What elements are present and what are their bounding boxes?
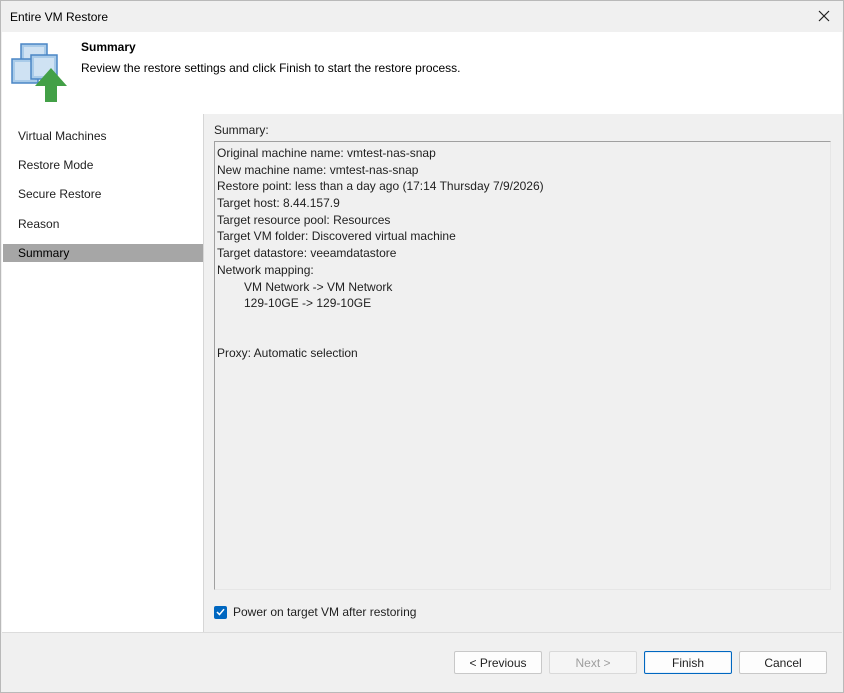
vm-restore-icon	[11, 42, 71, 104]
power-on-checkbox[interactable]	[214, 605, 227, 619]
header-title: Summary	[81, 40, 136, 54]
summary-vm-folder: Target VM folder: Discovered virtual mac…	[217, 229, 456, 244]
checkmark-icon	[216, 608, 225, 616]
power-on-option[interactable]: Power on target VM after restoring	[214, 604, 416, 620]
sidebar-item-secure-restore[interactable]: Secure Restore	[3, 185, 203, 203]
summary-content: Summary: Original machine name: vmtest-n…	[205, 114, 842, 632]
window-title: Entire VM Restore	[10, 10, 109, 24]
wizard-steps-sidebar: Virtual Machines Restore Mode Secure Res…	[2, 114, 204, 632]
summary-original-name: Original machine name: vmtest-nas-snap	[217, 146, 436, 160]
next-button[interactable]: Next >	[549, 651, 637, 674]
close-icon[interactable]	[813, 5, 835, 27]
sidebar-item-summary[interactable]: Summary	[3, 244, 203, 262]
summary-proxy: Proxy: Automatic selection	[217, 346, 358, 361]
header-description: Review the restore settings and click Fi…	[81, 61, 461, 75]
title-bar: Entire VM Restore	[1, 1, 843, 32]
summary-spacer	[217, 329, 830, 346]
entire-vm-restore-dialog: Entire VM Restore Summary Review the res…	[0, 0, 844, 693]
sidebar-item-virtual-machines[interactable]: Virtual Machines	[3, 127, 203, 145]
summary-resource-pool: Target resource pool: Resources	[217, 212, 391, 227]
wizard-footer: < Previous Next > Finish Cancel	[2, 632, 842, 692]
summary-restore-point: Restore point: less than a day ago (17:1…	[217, 179, 544, 194]
finish-button[interactable]: Finish	[644, 651, 732, 674]
cancel-button[interactable]: Cancel	[739, 651, 827, 674]
summary-label: Summary:	[214, 123, 269, 137]
power-on-label: Power on target VM after restoring	[233, 605, 417, 619]
summary-network-mapping: 129-10GE -> 129-10GE	[244, 296, 372, 311]
sidebar-item-reason[interactable]: Reason	[3, 215, 203, 233]
summary-textbox[interactable]: Original machine name: vmtest-nas-snap N…	[214, 141, 831, 590]
summary-new-name: New machine name: vmtest-nas-snap	[217, 162, 419, 177]
sidebar-item-restore-mode[interactable]: Restore Mode	[3, 156, 203, 174]
summary-target-host: Target host: 8.44.157.9	[217, 196, 340, 211]
summary-spacer	[217, 312, 830, 329]
summary-network-mapping-heading: Network mapping:	[217, 262, 314, 277]
previous-button[interactable]: < Previous	[454, 651, 542, 674]
summary-datastore: Target datastore: veeamdatastore	[217, 246, 397, 261]
summary-network-mapping: VM Network -> VM Network	[244, 279, 393, 294]
wizard-header: Summary Review the restore settings and …	[2, 32, 842, 114]
